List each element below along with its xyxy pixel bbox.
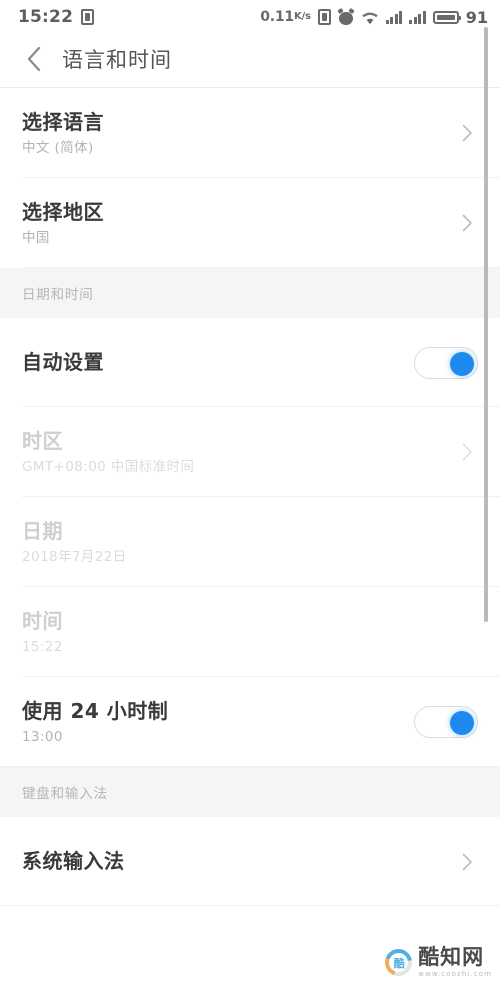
section-header-date-time: 日期和时间 bbox=[0, 268, 500, 318]
row-subtitle: GMT+08:00 中国标准时间 bbox=[22, 458, 195, 475]
row-subtitle: 中文 (简体) bbox=[22, 139, 94, 156]
row-divider bbox=[0, 905, 500, 906]
section-header-label: 日期和时间 bbox=[22, 287, 94, 303]
back-button[interactable] bbox=[18, 43, 50, 75]
toggle-auto-settings[interactable] bbox=[414, 346, 478, 379]
row-use-24-hour-format[interactable]: 使用 24 小时制 13:00 bbox=[0, 677, 500, 767]
battery-icon bbox=[432, 10, 461, 24]
row-select-language[interactable]: 选择语言中文 (简体) bbox=[0, 88, 500, 178]
row-subtitle: 15:22 bbox=[22, 638, 63, 655]
row-text-block: 时区 GMT+08:00 中国标准时间 bbox=[22, 429, 456, 475]
alarm-clock-icon bbox=[337, 7, 355, 25]
row-text-block: 自动设置 bbox=[22, 350, 414, 375]
wifi-icon bbox=[361, 10, 379, 25]
row-subtitle: 2018年7月22日 bbox=[22, 548, 127, 565]
row-auto-settings[interactable]: 自动设置 bbox=[0, 318, 500, 407]
toggle-knob bbox=[450, 351, 474, 376]
row-title: 日期 bbox=[22, 518, 63, 543]
chevron-right-icon bbox=[456, 122, 478, 144]
vibrate-icon bbox=[317, 9, 331, 25]
status-bar: 15:22 0.11K/s 91 bbox=[0, 0, 500, 34]
row-title: 使用 24 小时制 bbox=[22, 698, 169, 723]
toggle-knob bbox=[450, 711, 474, 735]
signal-bars-icon-1 bbox=[385, 10, 403, 24]
row-text-block: 日期 2018年7月22日 bbox=[22, 519, 478, 565]
back-chevron-icon bbox=[25, 45, 43, 73]
row-text-block: 选择语言中文 (简体) bbox=[22, 110, 456, 156]
row-divider bbox=[0, 766, 500, 767]
section-header-keyboard-input: 键盘和输入法 bbox=[0, 767, 500, 817]
status-clock: 15:22 bbox=[18, 7, 74, 27]
network-speed-label: 0.11K/s bbox=[260, 9, 311, 25]
status-bar-right: 0.11K/s 91 bbox=[260, 8, 488, 27]
app-bar: 语言和时间 bbox=[0, 34, 500, 84]
row-text-block: 使用 24 小时制 13:00 bbox=[22, 699, 414, 745]
screen-record-icon bbox=[81, 9, 95, 25]
row-title: 选择地区 bbox=[22, 199, 104, 224]
row-text-block: 系统输入法 bbox=[22, 849, 456, 874]
row-time: 时间 15:22 bbox=[0, 587, 500, 677]
chevron-right-icon bbox=[456, 441, 478, 463]
section-header-label: 键盘和输入法 bbox=[22, 786, 108, 802]
network-speed-value: 0.11 bbox=[260, 9, 294, 25]
battery-percent-label: 91 bbox=[465, 7, 488, 27]
row-title: 时区 bbox=[22, 428, 63, 453]
row-title: 自动设置 bbox=[22, 350, 104, 374]
row-text-block: 时间 15:22 bbox=[22, 609, 478, 655]
row-time-zone: 时区 GMT+08:00 中国标准时间 bbox=[0, 407, 500, 497]
row-select-region[interactable]: 选择地区 中国 bbox=[0, 178, 500, 268]
toggle-use-24-hour-format[interactable] bbox=[414, 706, 478, 738]
chevron-right-icon bbox=[456, 851, 478, 873]
row-subtitle: 中国 bbox=[22, 229, 50, 246]
row-divider bbox=[22, 267, 500, 268]
signal-bars-icon-2 bbox=[409, 10, 426, 24]
row-subtitle: 13:00 bbox=[22, 728, 63, 745]
row-title: 时间 bbox=[22, 608, 63, 633]
phone-screen: 15:22 0.11K/s 91 语言和时间 选择语言 中文 (简体) 选择地区… bbox=[0, 0, 500, 1000]
row-system-input-method[interactable]: 系统输入法 bbox=[0, 817, 500, 906]
page-title: 语言和时间 bbox=[62, 48, 172, 72]
row-title: 系统输入法 bbox=[22, 849, 125, 873]
status-bar-left: 15:22 bbox=[18, 7, 95, 27]
chevron-right-icon bbox=[456, 212, 478, 234]
row-title: 选择语言 bbox=[22, 109, 104, 134]
network-speed-unit: K/s bbox=[293, 11, 311, 22]
settings-list[interactable]: 选择语言中文 (简体) 选择地区中国日期和时间自动设置时区 GMT+08:00 中国… bbox=[0, 88, 500, 1000]
row-text-block: 选择地区 中国 bbox=[22, 200, 456, 246]
row-date: 日期 2018年7月22日 bbox=[0, 497, 500, 587]
